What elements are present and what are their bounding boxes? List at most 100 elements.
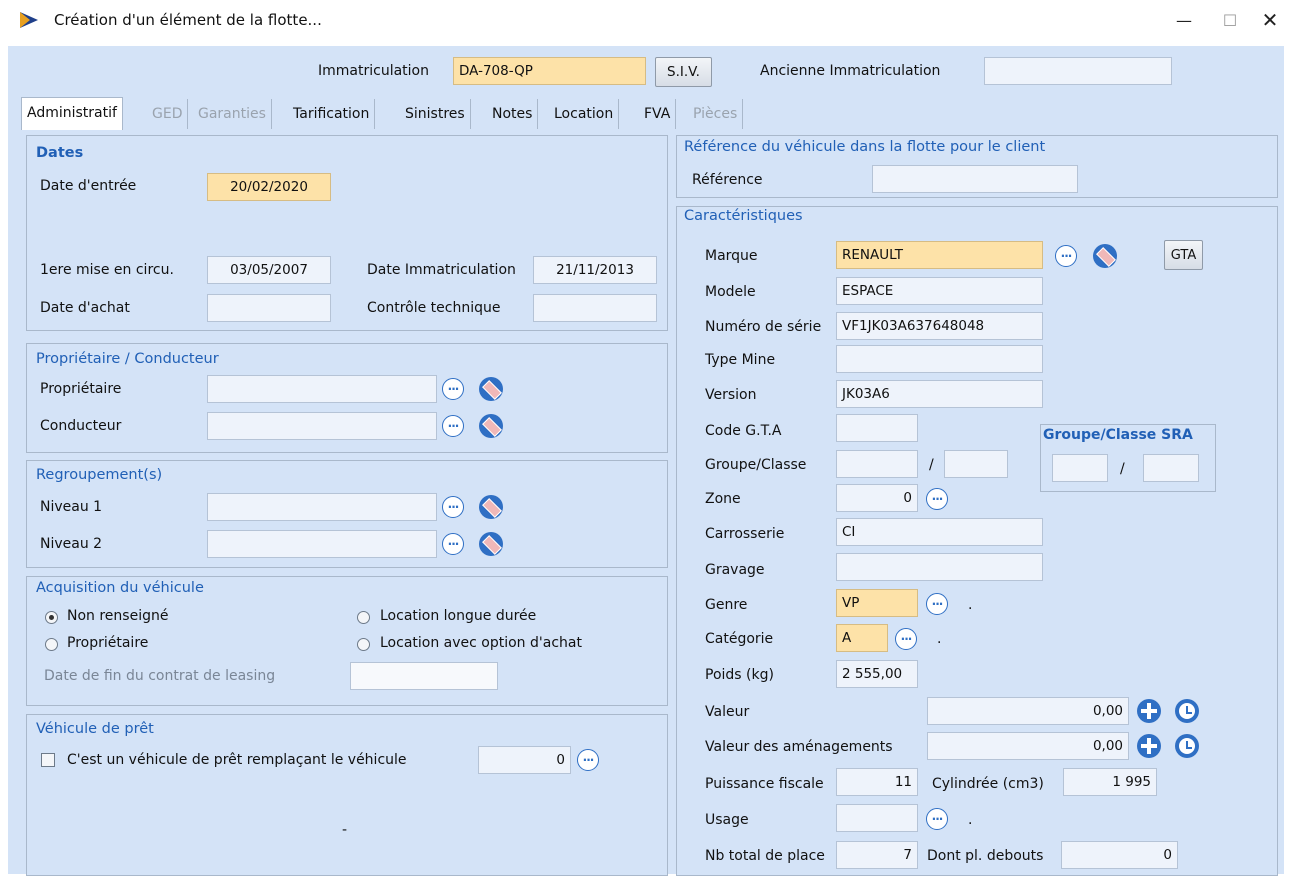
gravage-input[interactable]	[836, 553, 1043, 581]
app-logo-icon	[20, 12, 38, 28]
categorie-label: Catégorie	[705, 631, 774, 647]
tab-sinistres[interactable]: Sinistres	[400, 99, 471, 129]
places-debout-input[interactable]: 0	[1061, 841, 1178, 869]
amenagements-history-icon[interactable]	[1175, 734, 1199, 758]
amenagements-add-icon[interactable]	[1137, 734, 1161, 758]
poids-input[interactable]: 2 555,00	[836, 660, 918, 688]
sra-slash: /	[1120, 461, 1125, 477]
non-renseigne-radio[interactable]	[45, 611, 58, 624]
date-immatriculation-input[interactable]: 21/11/2013	[533, 256, 657, 284]
niveau2-clear-icon[interactable]	[479, 532, 503, 556]
location-longue-duree-radio[interactable]	[357, 611, 370, 624]
siv-button[interactable]: S.I.V.	[655, 57, 712, 87]
cylindree-input[interactable]: 1 995	[1063, 768, 1157, 796]
classe-input[interactable]	[944, 450, 1008, 478]
marque-input[interactable]: RENAULT	[836, 241, 1043, 269]
genre-browse-icon[interactable]: ···	[926, 593, 948, 615]
minimize-button[interactable]: —	[1164, 6, 1204, 34]
tab-ged[interactable]: GED	[147, 99, 189, 129]
amenagements-input[interactable]: 0,00	[927, 732, 1129, 760]
location-option-achat-radio[interactable]	[357, 638, 370, 651]
date-entree-label: Date d'entrée	[40, 178, 137, 194]
ancienne-immatriculation-input[interactable]	[984, 57, 1172, 85]
date-entree-input[interactable]: 20/02/2020	[207, 173, 331, 201]
tab-tarification[interactable]: Tarification	[288, 99, 376, 129]
pret-dash-text: -	[342, 822, 348, 838]
valeur-add-icon[interactable]	[1137, 699, 1161, 723]
niveau2-browse-icon[interactable]: ···	[442, 533, 464, 555]
proprietaire-option-label: Propriétaire	[67, 635, 149, 651]
niveau2-input[interactable]	[207, 530, 437, 558]
valeur-history-icon[interactable]	[1175, 699, 1199, 723]
pret-checkbox[interactable]	[41, 753, 55, 767]
categorie-input[interactable]: A	[836, 624, 888, 652]
location-longue-duree-label: Location longue durée	[380, 608, 537, 624]
tab-garanties[interactable]: Garanties	[193, 99, 272, 129]
puissance-fiscale-input[interactable]: 11	[836, 768, 918, 796]
pret-checkbox-label: C'est un véhicule de prêt remplaçant le …	[67, 752, 407, 768]
usage-input[interactable]	[836, 804, 918, 832]
proprietaire-input[interactable]	[207, 375, 437, 403]
groupe-input[interactable]	[836, 450, 918, 478]
niveau1-input[interactable]	[207, 493, 437, 521]
reference-input[interactable]	[872, 165, 1078, 193]
conducteur-clear-icon[interactable]	[479, 414, 503, 438]
marque-label: Marque	[705, 248, 758, 264]
carrosserie-label: Carrosserie	[705, 526, 785, 542]
date-immatriculation-label: Date Immatriculation	[367, 262, 516, 278]
sra-groupe-input[interactable]	[1052, 454, 1108, 482]
date-achat-input[interactable]	[207, 294, 331, 322]
poids-label: Poids (kg)	[705, 667, 774, 683]
conducteur-browse-icon[interactable]: ···	[442, 415, 464, 437]
categorie-browse-icon[interactable]: ···	[895, 628, 917, 650]
close-button[interactable]: ✕	[1250, 6, 1290, 34]
proprietaire-label: Propriétaire	[40, 381, 122, 397]
proprietaire-browse-icon[interactable]: ···	[442, 378, 464, 400]
mise-en-circulation-input[interactable]: 03/05/2007	[207, 256, 331, 284]
ancienne-immatriculation-label: Ancienne Immatriculation	[760, 63, 941, 79]
code-gta-label: Code G.T.A	[705, 423, 782, 439]
usage-label: Usage	[705, 812, 749, 828]
non-renseigne-label: Non renseigné	[67, 608, 169, 624]
carrosserie-input[interactable]: CI	[836, 518, 1043, 546]
gta-button[interactable]: GTA	[1164, 240, 1203, 270]
version-input[interactable]: JK03A6	[836, 380, 1043, 408]
modele-input[interactable]: ESPACE	[836, 277, 1043, 305]
proprietaire-radio[interactable]	[45, 638, 58, 651]
version-label: Version	[705, 387, 757, 403]
controle-technique-input[interactable]	[533, 294, 657, 322]
pret-vehicle-input[interactable]: 0	[478, 746, 571, 774]
gravage-label: Gravage	[705, 562, 765, 578]
sra-classe-input[interactable]	[1143, 454, 1199, 482]
zone-input[interactable]: 0	[836, 484, 918, 512]
genre-input[interactable]: VP	[836, 589, 918, 617]
tab-location[interactable]: Location	[549, 99, 620, 129]
genre-label: Genre	[705, 597, 748, 613]
numero-serie-input[interactable]: VF1JK03A637648048	[836, 312, 1043, 340]
conducteur-input[interactable]	[207, 412, 437, 440]
valeur-input[interactable]: 0,00	[927, 697, 1129, 725]
marque-clear-icon[interactable]	[1093, 244, 1117, 268]
proprietaire-clear-icon[interactable]	[479, 377, 503, 401]
type-mine-label: Type Mine	[705, 352, 776, 368]
zone-browse-icon[interactable]: ···	[926, 488, 948, 510]
immatriculation-input[interactable]: DA-708-QP	[453, 57, 646, 85]
tab-administratif[interactable]: Administratif	[21, 97, 123, 130]
niveau1-clear-icon[interactable]	[479, 495, 503, 519]
tab-pieces[interactable]: Pièces	[688, 99, 744, 129]
code-gta-input[interactable]	[836, 414, 918, 442]
niveau1-browse-icon[interactable]: ···	[442, 496, 464, 518]
type-mine-input[interactable]	[836, 345, 1043, 373]
leasing-end-input[interactable]	[350, 662, 498, 690]
maximize-button[interactable]: ☐	[1210, 6, 1250, 34]
usage-dot: .	[968, 812, 973, 828]
nb-places-input[interactable]: 7	[836, 841, 918, 869]
title-bar: Création d'un élément de la flotte... — …	[0, 0, 1292, 40]
regroupement-title: Regroupement(s)	[36, 467, 163, 483]
marque-browse-icon[interactable]: ···	[1055, 245, 1077, 267]
niveau2-label: Niveau 2	[40, 536, 103, 552]
usage-browse-icon[interactable]: ···	[926, 808, 948, 830]
tab-fva[interactable]: FVA	[639, 99, 677, 129]
tab-notes[interactable]: Notes	[487, 99, 539, 129]
pret-browse-icon[interactable]: ···	[577, 749, 599, 771]
